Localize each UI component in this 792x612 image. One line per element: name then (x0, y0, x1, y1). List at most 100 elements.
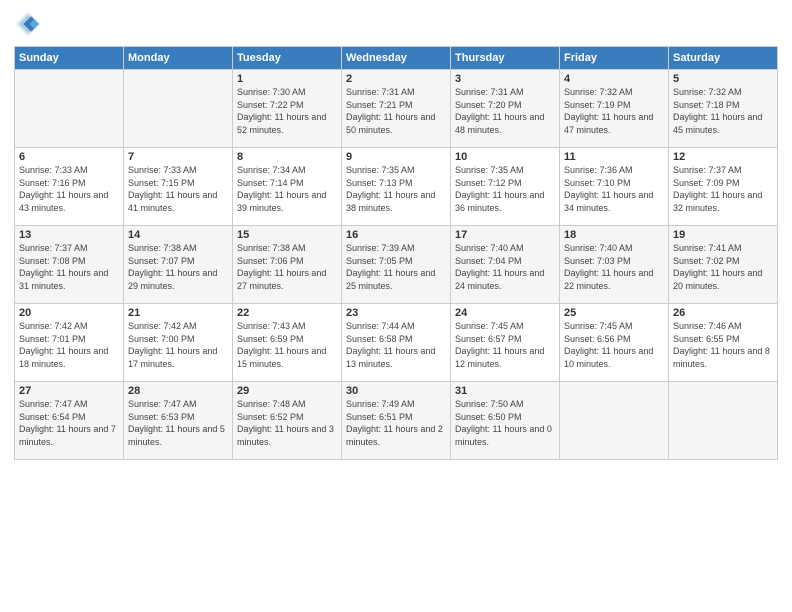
logo (14, 10, 46, 38)
day-number: 18 (564, 229, 664, 241)
header (14, 10, 778, 38)
day-cell: 12Sunrise: 7:37 AMSunset: 7:09 PMDayligh… (669, 148, 778, 226)
day-number: 25 (564, 307, 664, 319)
day-number: 29 (237, 385, 337, 397)
day-info: Sunrise: 7:31 AMSunset: 7:21 PMDaylight:… (346, 86, 446, 136)
day-cell: 30Sunrise: 7:49 AMSunset: 6:51 PMDayligh… (342, 382, 451, 460)
day-cell: 29Sunrise: 7:48 AMSunset: 6:52 PMDayligh… (233, 382, 342, 460)
col-header-sunday: Sunday (15, 47, 124, 70)
col-header-monday: Monday (124, 47, 233, 70)
day-cell: 26Sunrise: 7:46 AMSunset: 6:55 PMDayligh… (669, 304, 778, 382)
day-info: Sunrise: 7:32 AMSunset: 7:18 PMDaylight:… (673, 86, 773, 136)
day-number: 24 (455, 307, 555, 319)
day-cell: 28Sunrise: 7:47 AMSunset: 6:53 PMDayligh… (124, 382, 233, 460)
day-info: Sunrise: 7:34 AMSunset: 7:14 PMDaylight:… (237, 164, 337, 214)
day-cell (669, 382, 778, 460)
day-info: Sunrise: 7:38 AMSunset: 7:06 PMDaylight:… (237, 242, 337, 292)
day-info: Sunrise: 7:42 AMSunset: 7:01 PMDaylight:… (19, 320, 119, 370)
day-number: 15 (237, 229, 337, 241)
day-info: Sunrise: 7:40 AMSunset: 7:04 PMDaylight:… (455, 242, 555, 292)
day-cell: 9Sunrise: 7:35 AMSunset: 7:13 PMDaylight… (342, 148, 451, 226)
day-cell: 11Sunrise: 7:36 AMSunset: 7:10 PMDayligh… (560, 148, 669, 226)
day-cell: 27Sunrise: 7:47 AMSunset: 6:54 PMDayligh… (15, 382, 124, 460)
day-info: Sunrise: 7:31 AMSunset: 7:20 PMDaylight:… (455, 86, 555, 136)
day-info: Sunrise: 7:43 AMSunset: 6:59 PMDaylight:… (237, 320, 337, 370)
day-info: Sunrise: 7:37 AMSunset: 7:09 PMDaylight:… (673, 164, 773, 214)
day-info: Sunrise: 7:44 AMSunset: 6:58 PMDaylight:… (346, 320, 446, 370)
day-cell: 18Sunrise: 7:40 AMSunset: 7:03 PMDayligh… (560, 226, 669, 304)
day-number: 9 (346, 151, 446, 163)
day-cell: 14Sunrise: 7:38 AMSunset: 7:07 PMDayligh… (124, 226, 233, 304)
col-header-tuesday: Tuesday (233, 47, 342, 70)
col-header-saturday: Saturday (669, 47, 778, 70)
day-cell: 23Sunrise: 7:44 AMSunset: 6:58 PMDayligh… (342, 304, 451, 382)
day-info: Sunrise: 7:45 AMSunset: 6:57 PMDaylight:… (455, 320, 555, 370)
day-cell: 31Sunrise: 7:50 AMSunset: 6:50 PMDayligh… (451, 382, 560, 460)
col-header-friday: Friday (560, 47, 669, 70)
day-cell: 1Sunrise: 7:30 AMSunset: 7:22 PMDaylight… (233, 70, 342, 148)
day-info: Sunrise: 7:35 AMSunset: 7:12 PMDaylight:… (455, 164, 555, 214)
day-cell: 19Sunrise: 7:41 AMSunset: 7:02 PMDayligh… (669, 226, 778, 304)
day-info: Sunrise: 7:50 AMSunset: 6:50 PMDaylight:… (455, 398, 555, 448)
day-info: Sunrise: 7:33 AMSunset: 7:15 PMDaylight:… (128, 164, 228, 214)
day-cell: 10Sunrise: 7:35 AMSunset: 7:12 PMDayligh… (451, 148, 560, 226)
day-info: Sunrise: 7:36 AMSunset: 7:10 PMDaylight:… (564, 164, 664, 214)
calendar-page: SundayMondayTuesdayWednesdayThursdayFrid… (0, 0, 792, 612)
day-cell: 13Sunrise: 7:37 AMSunset: 7:08 PMDayligh… (15, 226, 124, 304)
day-info: Sunrise: 7:48 AMSunset: 6:52 PMDaylight:… (237, 398, 337, 448)
day-cell: 3Sunrise: 7:31 AMSunset: 7:20 PMDaylight… (451, 70, 560, 148)
day-cell: 17Sunrise: 7:40 AMSunset: 7:04 PMDayligh… (451, 226, 560, 304)
day-cell: 7Sunrise: 7:33 AMSunset: 7:15 PMDaylight… (124, 148, 233, 226)
week-row-5: 27Sunrise: 7:47 AMSunset: 6:54 PMDayligh… (15, 382, 778, 460)
day-cell: 21Sunrise: 7:42 AMSunset: 7:00 PMDayligh… (124, 304, 233, 382)
day-info: Sunrise: 7:40 AMSunset: 7:03 PMDaylight:… (564, 242, 664, 292)
day-cell: 8Sunrise: 7:34 AMSunset: 7:14 PMDaylight… (233, 148, 342, 226)
day-info: Sunrise: 7:30 AMSunset: 7:22 PMDaylight:… (237, 86, 337, 136)
day-number: 6 (19, 151, 119, 163)
day-cell: 24Sunrise: 7:45 AMSunset: 6:57 PMDayligh… (451, 304, 560, 382)
week-row-3: 13Sunrise: 7:37 AMSunset: 7:08 PMDayligh… (15, 226, 778, 304)
day-info: Sunrise: 7:33 AMSunset: 7:16 PMDaylight:… (19, 164, 119, 214)
day-info: Sunrise: 7:42 AMSunset: 7:00 PMDaylight:… (128, 320, 228, 370)
col-header-wednesday: Wednesday (342, 47, 451, 70)
day-cell: 25Sunrise: 7:45 AMSunset: 6:56 PMDayligh… (560, 304, 669, 382)
day-number: 13 (19, 229, 119, 241)
day-number: 26 (673, 307, 773, 319)
day-cell (124, 70, 233, 148)
day-number: 20 (19, 307, 119, 319)
day-number: 31 (455, 385, 555, 397)
day-info: Sunrise: 7:45 AMSunset: 6:56 PMDaylight:… (564, 320, 664, 370)
day-info: Sunrise: 7:47 AMSunset: 6:53 PMDaylight:… (128, 398, 228, 448)
day-number: 27 (19, 385, 119, 397)
day-number: 23 (346, 307, 446, 319)
day-info: Sunrise: 7:32 AMSunset: 7:19 PMDaylight:… (564, 86, 664, 136)
day-info: Sunrise: 7:49 AMSunset: 6:51 PMDaylight:… (346, 398, 446, 448)
day-cell (560, 382, 669, 460)
day-number: 4 (564, 73, 664, 85)
day-cell: 5Sunrise: 7:32 AMSunset: 7:18 PMDaylight… (669, 70, 778, 148)
day-cell: 20Sunrise: 7:42 AMSunset: 7:01 PMDayligh… (15, 304, 124, 382)
day-info: Sunrise: 7:47 AMSunset: 6:54 PMDaylight:… (19, 398, 119, 448)
day-number: 3 (455, 73, 555, 85)
day-cell: 6Sunrise: 7:33 AMSunset: 7:16 PMDaylight… (15, 148, 124, 226)
week-row-4: 20Sunrise: 7:42 AMSunset: 7:01 PMDayligh… (15, 304, 778, 382)
day-number: 11 (564, 151, 664, 163)
day-info: Sunrise: 7:41 AMSunset: 7:02 PMDaylight:… (673, 242, 773, 292)
day-number: 7 (128, 151, 228, 163)
day-number: 17 (455, 229, 555, 241)
header-row: SundayMondayTuesdayWednesdayThursdayFrid… (15, 47, 778, 70)
day-cell: 15Sunrise: 7:38 AMSunset: 7:06 PMDayligh… (233, 226, 342, 304)
week-row-1: 1Sunrise: 7:30 AMSunset: 7:22 PMDaylight… (15, 70, 778, 148)
day-number: 14 (128, 229, 228, 241)
logo-icon (14, 10, 42, 38)
day-cell: 4Sunrise: 7:32 AMSunset: 7:19 PMDaylight… (560, 70, 669, 148)
day-number: 28 (128, 385, 228, 397)
day-number: 30 (346, 385, 446, 397)
day-number: 22 (237, 307, 337, 319)
day-cell: 22Sunrise: 7:43 AMSunset: 6:59 PMDayligh… (233, 304, 342, 382)
day-info: Sunrise: 7:37 AMSunset: 7:08 PMDaylight:… (19, 242, 119, 292)
day-info: Sunrise: 7:38 AMSunset: 7:07 PMDaylight:… (128, 242, 228, 292)
day-number: 12 (673, 151, 773, 163)
day-number: 1 (237, 73, 337, 85)
day-number: 5 (673, 73, 773, 85)
